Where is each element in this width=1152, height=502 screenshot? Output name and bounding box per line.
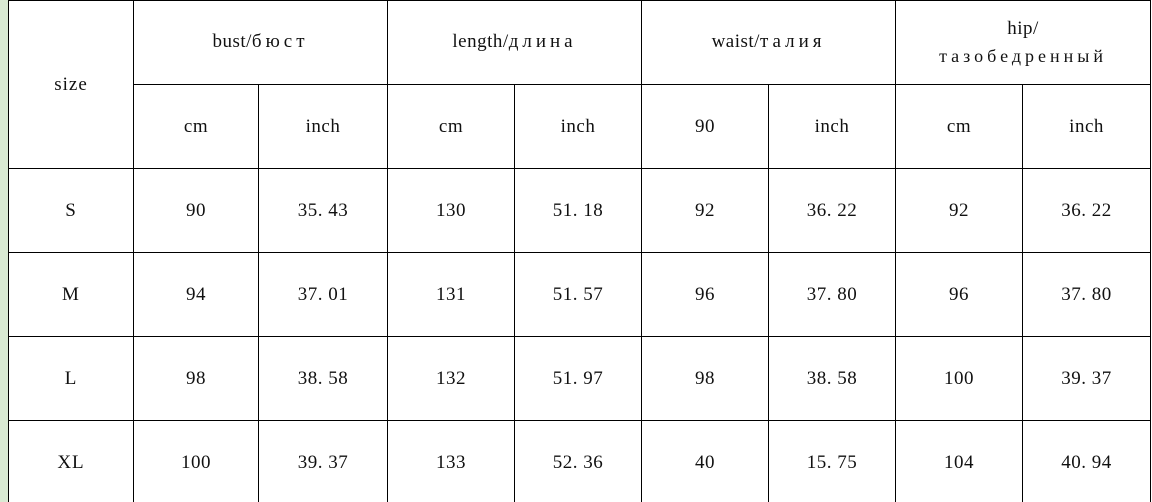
cell-length-inch: 51. 97	[513, 336, 643, 421]
row-size-label: L	[8, 336, 134, 421]
cell-bust-cm: 90	[133, 168, 259, 253]
header-unit-bust-cm: cm	[133, 84, 259, 169]
header-unit-length-inch: inch	[513, 84, 643, 169]
row-size-label: XL	[8, 420, 134, 502]
size-chart-page: size bust/бюст length/длина waist/талия …	[0, 0, 1152, 502]
header-unit-waist-cm: 90	[641, 84, 770, 169]
header-group-bust-cyrillic: бюст	[251, 31, 309, 53]
cell-hip-inch: 39. 37	[1022, 336, 1152, 421]
cell-length-inch: 51. 18	[513, 168, 643, 253]
header-row-units: cm inch cm inch 90 inch cm inch	[9, 84, 1152, 169]
header-group-bust-latin: bust/	[212, 31, 252, 53]
header-group-length-cyrillic: длина	[508, 31, 577, 53]
table-row: L 98 38. 58 132 51. 97 98 38. 58 100 39.…	[8, 336, 1152, 421]
header-unit-bust-inch: inch	[258, 84, 388, 169]
cell-bust-cm: 98	[133, 336, 259, 421]
cell-hip-cm: 92	[895, 168, 1024, 253]
cell-length-cm: 130	[387, 168, 515, 253]
cell-hip-inch: 37. 80	[1022, 252, 1152, 337]
cell-waist-inch: 15. 75	[768, 420, 897, 502]
size-chart-table: size bust/бюст length/длина waist/талия …	[8, 0, 1152, 502]
row-size-label: S	[8, 168, 134, 253]
cell-bust-inch: 39. 37	[258, 420, 388, 502]
cell-waist-cm: 40	[641, 420, 770, 502]
cell-hip-cm: 100	[895, 336, 1024, 421]
table-row: XL 100 39. 37 133 52. 36 40 15. 75 104 4…	[8, 420, 1152, 502]
row-size-label: M	[8, 252, 134, 337]
cell-bust-cm: 100	[133, 420, 259, 502]
header-group-hip: hip/ тазобедренный	[895, 0, 1152, 85]
table-row: S 90 35. 43 130 51. 18 92 36. 22 92 36. …	[8, 168, 1152, 253]
cell-hip-cm: 96	[895, 252, 1024, 337]
header-group-waist-latin: waist/	[711, 31, 760, 53]
header-group-hip-latin: hip/	[1007, 17, 1039, 39]
cell-waist-cm: 96	[641, 252, 770, 337]
cell-hip-cm: 104	[895, 420, 1024, 502]
cell-waist-inch: 38. 58	[768, 336, 897, 421]
cell-waist-cm: 98	[641, 336, 770, 421]
cell-length-cm: 132	[387, 336, 515, 421]
header-size-label: size	[8, 0, 134, 169]
cell-length-cm: 133	[387, 420, 515, 502]
cell-bust-inch: 37. 01	[258, 252, 388, 337]
header-unit-waist-inch: inch	[768, 84, 897, 169]
header-group-bust: bust/бюст	[133, 0, 388, 85]
header-group-length-latin: length/	[452, 31, 509, 53]
size-chart-table-container: size bust/бюст length/длина waist/талия …	[8, 0, 1152, 502]
cell-length-inch: 51. 57	[513, 252, 643, 337]
cell-bust-cm: 94	[133, 252, 259, 337]
header-group-length: length/длина	[386, 0, 643, 85]
cell-bust-inch: 35. 43	[258, 168, 388, 253]
header-unit-hip-cm: cm	[895, 84, 1024, 169]
header-group-waist-cyrillic: талия	[759, 31, 826, 53]
header-unit-hip-inch: inch	[1022, 84, 1152, 169]
cell-waist-inch: 36. 22	[768, 168, 897, 253]
header-group-hip-cyrillic: тазобедренный	[939, 46, 1107, 67]
cell-length-inch: 52. 36	[513, 420, 643, 502]
cell-hip-inch: 36. 22	[1022, 168, 1152, 253]
left-edge-strip	[0, 0, 8, 502]
cell-bust-inch: 38. 58	[258, 336, 388, 421]
cell-waist-cm: 92	[641, 168, 770, 253]
header-row-groups: size bust/бюст length/длина waist/талия …	[8, 0, 1152, 169]
header-group-waist: waist/талия	[641, 0, 897, 85]
header-unit-length-cm: cm	[387, 84, 515, 169]
cell-hip-inch: 40. 94	[1022, 420, 1152, 502]
table-row: M 94 37. 01 131 51. 57 96 37. 80 96 37. …	[8, 252, 1152, 337]
cell-waist-inch: 37. 80	[768, 252, 897, 337]
cell-length-cm: 131	[387, 252, 515, 337]
